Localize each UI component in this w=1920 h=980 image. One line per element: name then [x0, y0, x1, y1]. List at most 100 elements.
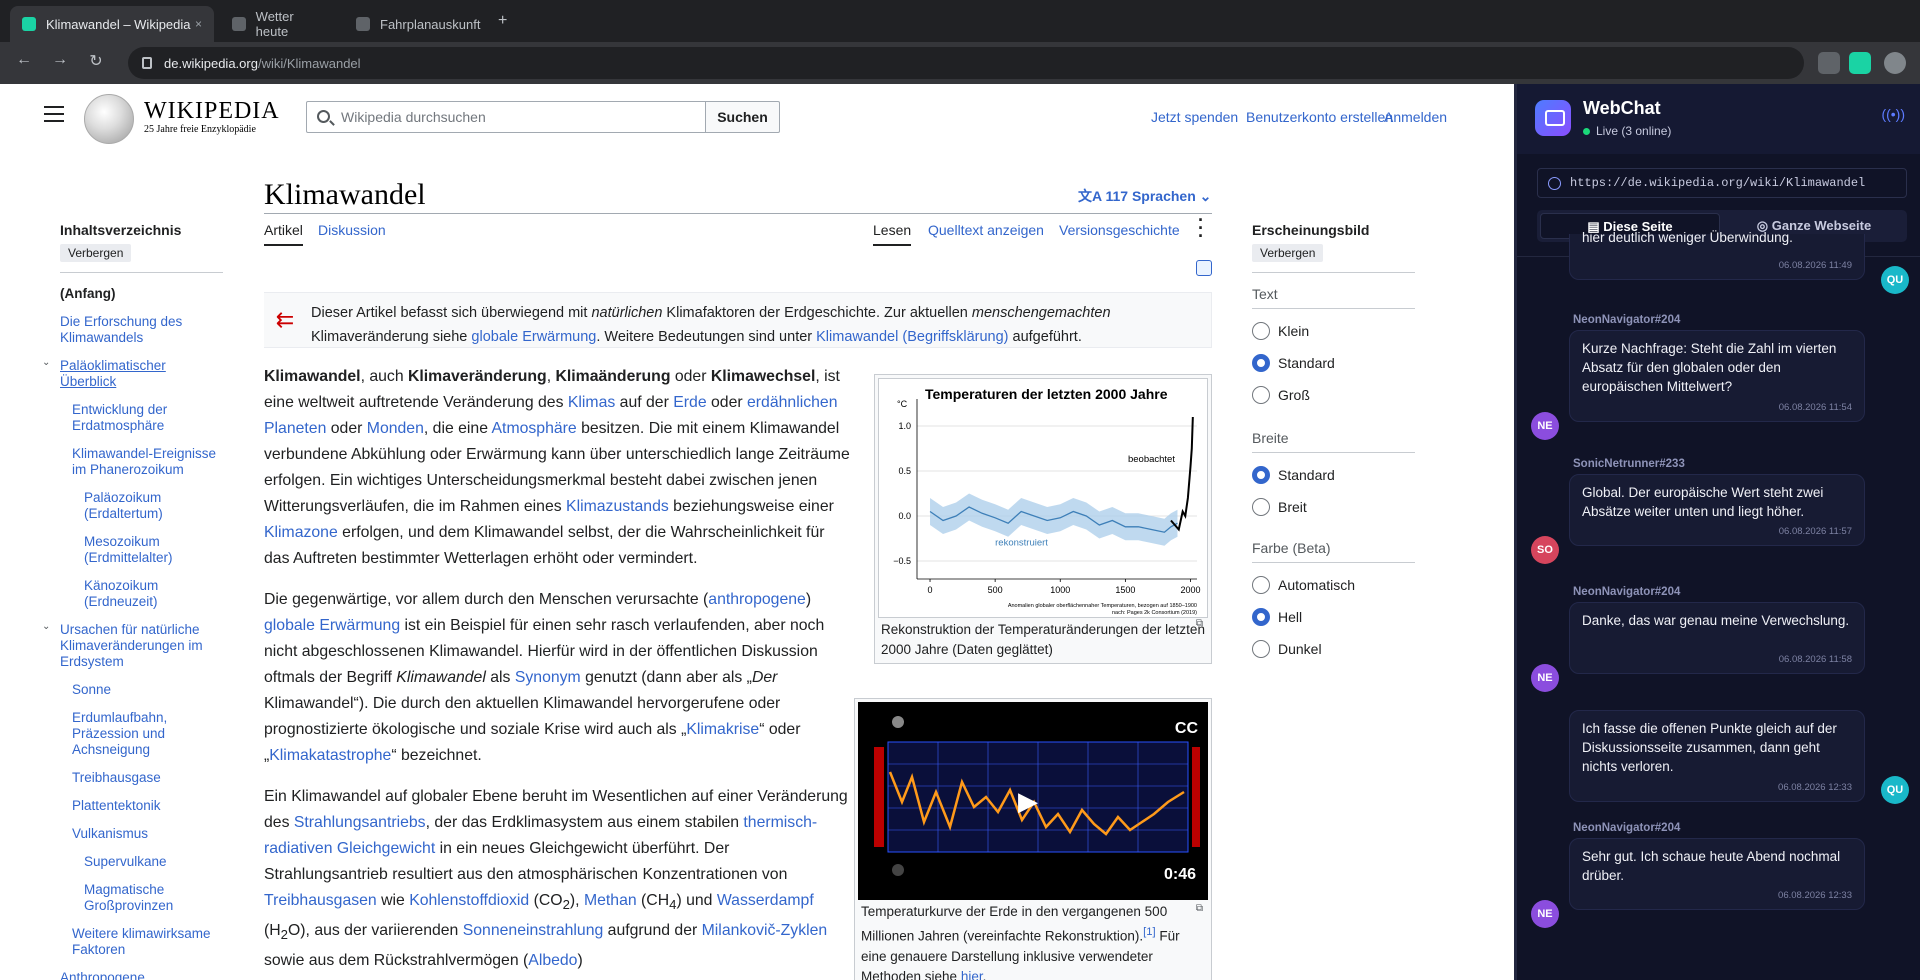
paragraph: Die gegenwärtige, vor allem durch den Me…: [264, 591, 825, 764]
link[interactable]: Wasserdampf: [717, 892, 814, 909]
toc-item[interactable]: Känozoikum (Erdneuzeit): [84, 578, 194, 610]
browser-tab-wetter[interactable]: Wetter heute: [220, 6, 340, 42]
link[interactable]: Klimazone: [264, 524, 338, 541]
toc-item[interactable]: Treibhausgase: [72, 770, 161, 786]
toc-item[interactable]: Magmatische Großprovinzen: [84, 882, 204, 914]
close-tab-icon[interactable]: ×: [195, 17, 202, 31]
toc-item[interactable]: Anthropogene: [60, 970, 145, 980]
profile-avatar-icon[interactable]: [1884, 52, 1906, 74]
back-icon[interactable]: ←: [12, 51, 36, 69]
link[interactable]: Milankovič-Zyklen: [702, 922, 828, 939]
toc-item[interactable]: Paläoklimatischer Überblick: [60, 358, 220, 390]
link-begriffsklaerung[interactable]: Klimawandel (Begriffsklärung): [816, 329, 1008, 345]
search-button[interactable]: Suchen: [705, 101, 780, 133]
extension-icon[interactable]: [1818, 52, 1840, 74]
link[interactable]: Synonym: [515, 669, 581, 686]
radio-width-standard[interactable]: Standard: [1252, 466, 1335, 484]
avatar[interactable]: SO: [1531, 536, 1559, 564]
divider: [264, 213, 1212, 214]
link-globale-erwaermung[interactable]: globale Erwärmung: [471, 329, 596, 345]
avatar[interactable]: NE: [1531, 664, 1559, 692]
link[interactable]: Klimakatastrophe: [269, 747, 391, 764]
toc-item[interactable]: Mesozoikum (Erdmittelalter): [84, 534, 194, 566]
audio-icon[interactable]: [1196, 260, 1212, 276]
link[interactable]: Klimazustands: [566, 498, 669, 515]
avatar[interactable]: NE: [1531, 900, 1559, 928]
video-player[interactable]: ▶ CC 0:46: [858, 702, 1208, 900]
link[interactable]: Sonneneinstrahlung: [463, 922, 604, 939]
language-selector[interactable]: 文A 117 Sprachen ⌄: [1078, 186, 1211, 206]
wikipedia-wordmark[interactable]: WIKIPEDIA: [144, 98, 280, 125]
radio-color-dark[interactable]: Dunkel: [1252, 640, 1322, 658]
chevron-down-icon[interactable]: ⌄: [42, 357, 50, 368]
toc-item[interactable]: Entwicklung der Erdatmosphäre: [72, 402, 222, 434]
wikipedia-globe-logo[interactable]: [84, 94, 134, 144]
radio-color-auto[interactable]: Automatisch: [1252, 576, 1355, 594]
link[interactable]: Strahlungsantriebs: [294, 814, 426, 831]
link[interactable]: Kohlenstoffdioxid: [409, 892, 529, 909]
enlarge-icon[interactable]: ⧉: [1196, 903, 1203, 914]
x-tick-label: 500: [988, 585, 1003, 595]
toc-item[interactable]: Erdumlaufbahn, Präzession und Achsneigun…: [72, 710, 192, 758]
chevron-down-icon[interactable]: ⌄: [42, 621, 50, 632]
link[interactable]: Erde: [673, 394, 706, 411]
toc-item[interactable]: Supervulkane: [84, 854, 167, 870]
link[interactable]: anthropogene: [708, 591, 806, 608]
toc-item[interactable]: Vulkanismus: [72, 826, 148, 842]
toc-item[interactable]: Klimawandel-Ereignisse im Phanerozoikum: [72, 446, 224, 478]
tab-discussion[interactable]: Diskussion: [318, 222, 386, 238]
link[interactable]: Treibhausgasen: [264, 892, 377, 909]
link[interactable]: Klimas: [568, 394, 615, 411]
login-link[interactable]: Anmelden: [1384, 109, 1447, 125]
avatar[interactable]: QU: [1881, 266, 1909, 294]
radio-text-large[interactable]: Groß: [1252, 386, 1310, 404]
toc-item[interactable]: Die Erforschung des Klimawandels: [60, 314, 220, 346]
link[interactable]: Klimakrise: [686, 721, 759, 738]
radio-width-wide[interactable]: Breit: [1252, 498, 1307, 516]
search-icon: [317, 110, 330, 123]
forward-icon[interactable]: →: [48, 51, 72, 69]
new-tab-icon[interactable]: +: [498, 12, 507, 30]
chart-container[interactable]: Temperaturen der letzten 2000 Jahre °C −0.…: [878, 378, 1208, 618]
donate-link[interactable]: Jetzt spenden: [1151, 109, 1238, 125]
avatar[interactable]: NE: [1531, 412, 1559, 440]
tab-article[interactable]: Artikel: [264, 222, 303, 246]
enlarge-icon[interactable]: ⧉: [1196, 618, 1203, 629]
webchat-extension-icon[interactable]: [1849, 52, 1871, 74]
link[interactable]: Atmosphäre: [492, 420, 577, 437]
tab-view-source[interactable]: Quelltext anzeigen: [928, 222, 1044, 238]
main-menu-icon[interactable]: [44, 106, 64, 122]
reference-link[interactable]: [1]: [1143, 926, 1156, 938]
tab-history[interactable]: Versionsgeschichte: [1059, 222, 1180, 238]
link[interactable]: Albedo: [528, 952, 577, 969]
more-options-icon[interactable]: · · ·: [1198, 211, 1204, 245]
toc-item[interactable]: Ursachen für natürliche Klimaveränderung…: [60, 622, 220, 670]
toc-item[interactable]: Sonne: [72, 682, 111, 698]
appearance-hide-button[interactable]: Verbergen: [1252, 244, 1324, 262]
link[interactable]: Monden: [367, 420, 424, 437]
radio-color-light[interactable]: Hell: [1252, 608, 1302, 626]
avatar[interactable]: QU: [1881, 776, 1909, 804]
link-hier[interactable]: hier: [961, 969, 983, 980]
address-bar[interactable]: de.wikipedia.org/wiki/Klimawandel: [128, 47, 1804, 79]
toc-item[interactable]: (Anfang): [60, 286, 115, 302]
create-account-link[interactable]: Benutzerkonto erstellen: [1246, 109, 1393, 125]
cc-icon[interactable]: CC: [1175, 720, 1198, 738]
tab-read[interactable]: Lesen: [873, 222, 912, 246]
browser-tab-wikipedia[interactable]: Klimawandel – Wikipedia ×: [10, 6, 214, 42]
radio-text-small[interactable]: Klein: [1252, 322, 1309, 340]
chat-url-field[interactable]: https://de.wikipedia.org/wiki/Klimawande…: [1537, 168, 1907, 198]
toc-item[interactable]: Weitere klimawirksame Faktoren: [72, 926, 222, 958]
radio-text-standard[interactable]: Standard: [1252, 354, 1335, 372]
link[interactable]: globale Erwärmung: [264, 617, 400, 634]
article-body: Klimawandel, auch Klimaveränderung, Klim…: [264, 364, 852, 980]
reload-icon[interactable]: ↻: [84, 51, 108, 71]
toc-item[interactable]: Plattentektonik: [72, 798, 161, 814]
toc-hide-button[interactable]: Verbergen: [60, 244, 132, 262]
appearance-title: Erscheinungsbild: [1252, 222, 1370, 238]
search-input[interactable]: Wikipedia durchsuchen: [306, 101, 706, 133]
link[interactable]: Methan: [584, 892, 637, 909]
play-icon[interactable]: ▶: [1018, 786, 1038, 817]
toc-item[interactable]: Paläozoikum (Erdaltertum): [84, 490, 194, 522]
browser-tab-fahrplan[interactable]: Fahrplanauskunft: [344, 6, 494, 42]
